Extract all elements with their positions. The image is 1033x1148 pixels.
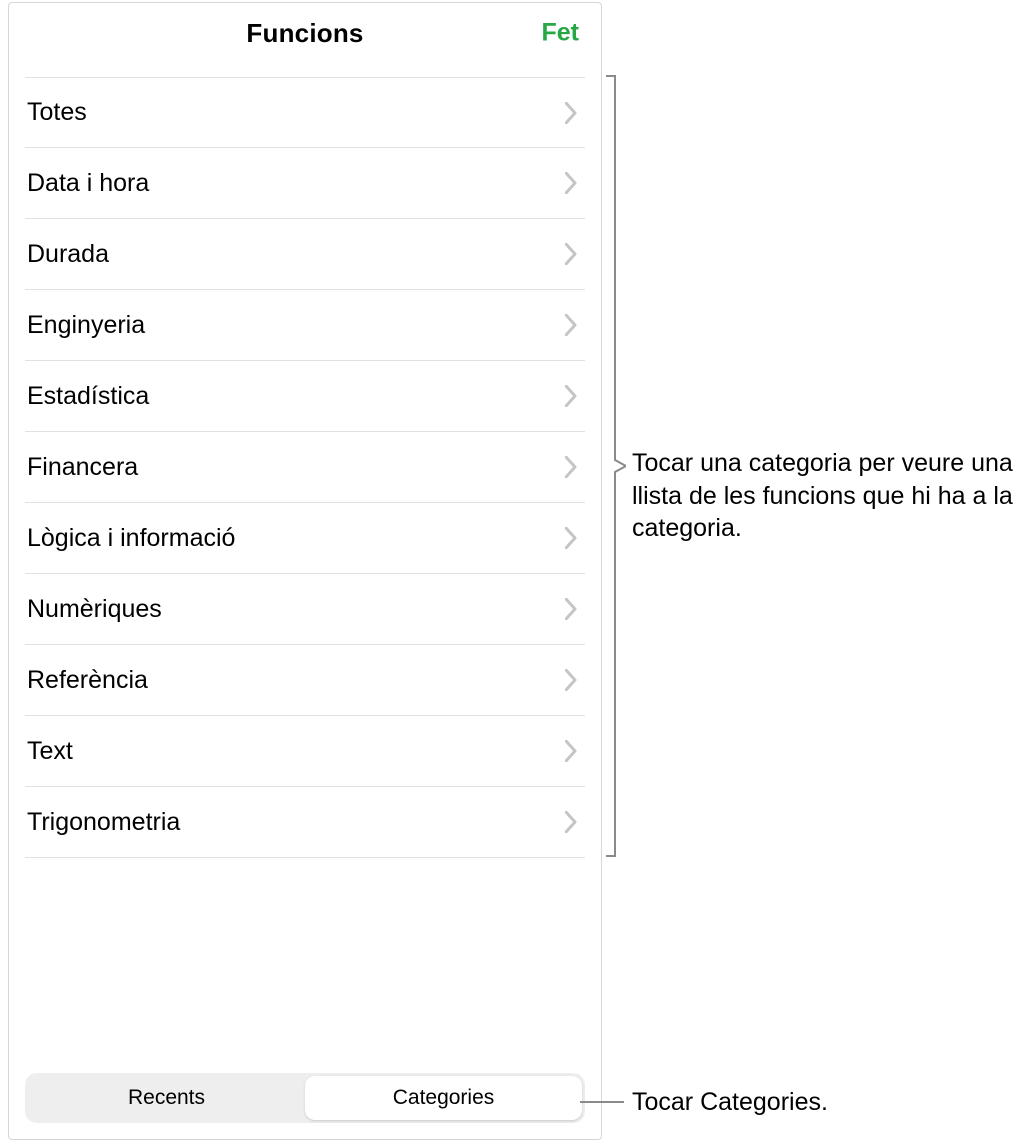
done-button[interactable]: Fet [542, 19, 580, 48]
tab-categories[interactable]: Categories [305, 1076, 582, 1120]
category-item-trigonometria[interactable]: Trigonometria [25, 787, 585, 858]
category-label: Durada [27, 240, 109, 269]
category-label: Text [27, 737, 73, 766]
category-item-durada[interactable]: Durada [25, 219, 585, 290]
category-label: Trigonometria [27, 808, 180, 837]
category-label: Numèriques [27, 595, 162, 624]
chevron-right-icon [565, 669, 577, 691]
category-label: Enginyeria [27, 311, 145, 340]
chevron-right-icon [565, 314, 577, 336]
category-item-data-i-hora[interactable]: Data i hora [25, 148, 585, 219]
panel-title: Funcions [246, 18, 363, 49]
chevron-right-icon [565, 243, 577, 265]
chevron-right-icon [565, 172, 577, 194]
category-label: Estadística [27, 382, 149, 411]
chevron-right-icon [565, 456, 577, 478]
callout-bracket-icon [606, 75, 626, 857]
chevron-right-icon [565, 102, 577, 124]
annotation-category-hint: Tocar una categoria per veure una llista… [632, 447, 1032, 545]
category-label: Referència [27, 666, 148, 695]
category-label: Totes [27, 98, 87, 127]
tab-recents[interactable]: Recents [28, 1076, 305, 1120]
category-item-numeriques[interactable]: Numèriques [25, 574, 585, 645]
category-item-logica[interactable]: Lògica i informació [25, 503, 585, 574]
category-label: Financera [27, 453, 138, 482]
chevron-right-icon [565, 527, 577, 549]
chevron-right-icon [565, 385, 577, 407]
tab-bar: Recents Categories [25, 1073, 585, 1123]
category-item-enginyeria[interactable]: Enginyeria [25, 290, 585, 361]
panel-header: Funcions Fet [9, 3, 601, 63]
chevron-right-icon [565, 740, 577, 762]
category-list: Totes Data i hora Durada Enginyeria Esta… [9, 63, 601, 1073]
chevron-right-icon [565, 811, 577, 833]
category-item-totes[interactable]: Totes [25, 77, 585, 148]
callout-line-icon [580, 1101, 624, 1103]
category-item-referencia[interactable]: Referència [25, 645, 585, 716]
chevron-right-icon [565, 598, 577, 620]
annotation-categories-tab-hint: Tocar Categories. [632, 1086, 1032, 1119]
category-item-estadistica[interactable]: Estadística [25, 361, 585, 432]
category-label: Lògica i informació [27, 524, 235, 553]
category-item-financera[interactable]: Financera [25, 432, 585, 503]
category-item-text[interactable]: Text [25, 716, 585, 787]
category-label: Data i hora [27, 169, 149, 198]
functions-panel: Funcions Fet Totes Data i hora Durada En… [8, 2, 602, 1140]
